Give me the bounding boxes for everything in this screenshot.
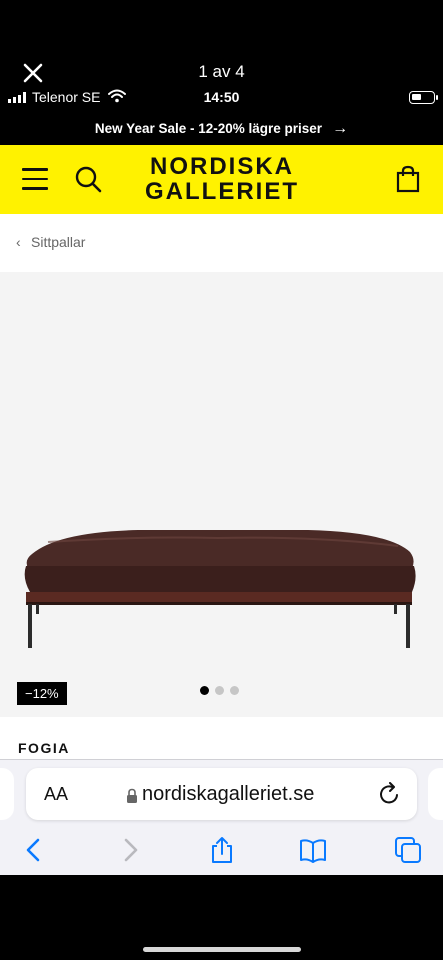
previous-tab-preview[interactable] (0, 768, 14, 820)
battery-icon (409, 91, 435, 104)
site-logo[interactable]: NORDISKA GALLERIET (132, 154, 312, 204)
promo-text: New Year Sale - 12-20% lägre priser (94, 121, 323, 136)
breadcrumb: ‹ Sittpallar (0, 214, 443, 272)
browser-bottom-bar: AA nordiskagalleriet.se (0, 759, 443, 875)
chevron-left-icon[interactable]: ‹ (16, 234, 21, 250)
battery-cap (436, 95, 438, 100)
bookmarks-icon[interactable] (299, 836, 327, 864)
product-image-bench (24, 530, 416, 648)
carousel-dot[interactable] (230, 686, 239, 695)
address-bar[interactable]: AA nordiskagalleriet.se (26, 768, 417, 820)
carousel-dots[interactable] (200, 686, 239, 695)
arrow-right-icon: → (332, 119, 349, 137)
reload-icon[interactable] (379, 782, 401, 806)
carousel-dot[interactable] (200, 686, 209, 695)
search-icon[interactable] (74, 165, 102, 193)
forward-icon[interactable] (116, 836, 144, 864)
product-info: FOGIA (0, 717, 443, 759)
site-header: NORDISKA GALLERIET (0, 145, 443, 214)
image-counter: 1 av 4 (198, 62, 245, 81)
shopping-bag-icon[interactable] (396, 165, 420, 193)
logo-line-1: NORDISKA (149, 153, 294, 180)
breadcrumb-link[interactable]: Sittpallar (31, 234, 85, 250)
back-icon[interactable] (20, 836, 48, 864)
status-bar: Telenor SE 14:50 (0, 88, 443, 108)
discount-badge: −12% (17, 682, 67, 705)
url-text: nordiskagalleriet.se (142, 783, 315, 805)
promo-banner[interactable]: New Year Sale - 12-20% lägre priser → (0, 112, 443, 145)
hamburger-menu-icon[interactable] (22, 168, 48, 190)
lock-icon (127, 788, 137, 803)
photo-viewer-header: 1 av 4 Telenor SE 14:50 (0, 0, 443, 112)
home-area (0, 875, 443, 960)
product-brand[interactable]: FOGIA (18, 740, 70, 756)
url-display[interactable]: nordiskagalleriet.se (126, 783, 314, 806)
browser-toolbar (0, 828, 443, 870)
next-tab-preview[interactable] (428, 768, 443, 820)
reader-options-button[interactable]: AA (44, 784, 68, 805)
status-time: 14:50 (203, 89, 240, 105)
logo-line-2: GALLERIET (145, 178, 299, 205)
carousel-dot[interactable] (215, 686, 224, 695)
home-indicator[interactable] (143, 947, 301, 952)
product-gallery[interactable]: −12% (0, 272, 443, 717)
tabs-icon[interactable] (394, 836, 422, 864)
share-icon[interactable] (208, 836, 236, 864)
